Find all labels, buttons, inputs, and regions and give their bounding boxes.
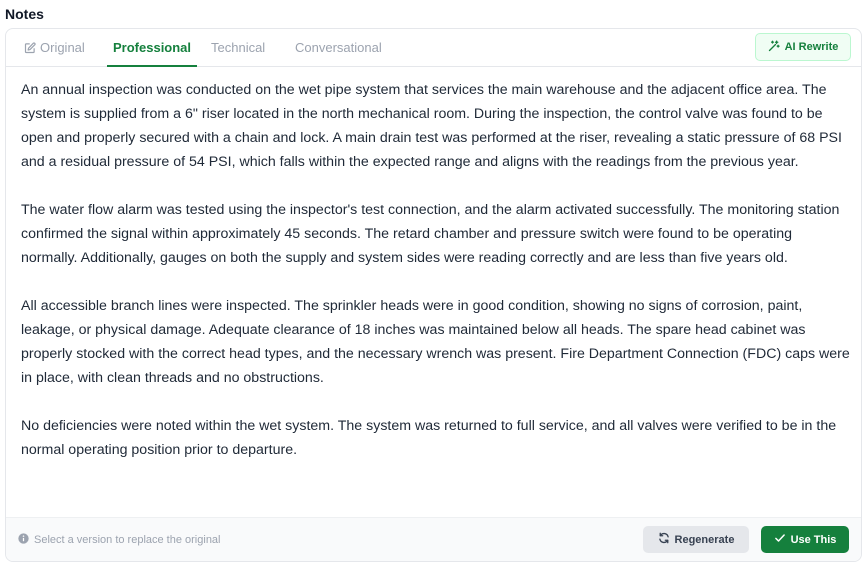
tab-professional[interactable]: Professional <box>107 29 198 67</box>
info-icon <box>18 533 29 547</box>
regenerate-label: Regenerate <box>674 533 735 546</box>
regenerate-button[interactable]: Regenerate <box>643 526 749 553</box>
tab-conversational[interactable]: Conversational <box>295 29 382 67</box>
notes-panel: Notes Original Professional Technical Co… <box>0 0 868 564</box>
footer-hint: Select a version to replace the original <box>18 533 221 547</box>
check-icon <box>774 532 786 547</box>
tab-label: Professional <box>113 40 192 55</box>
section-title: Notes <box>5 6 44 22</box>
notes-card: Original Professional Technical Conversa… <box>5 28 862 562</box>
paragraph: No deficiencies were noted within the we… <box>21 418 837 458</box>
paragraph: The water flow alarm was tested using th… <box>21 202 840 266</box>
tab-label: Original <box>40 40 85 55</box>
ai-rewrite-label: AI Rewrite <box>784 41 839 53</box>
tab-label: Conversational <box>295 40 382 55</box>
magic-wand-icon <box>768 39 780 55</box>
paragraph: An annual inspection was conducted on th… <box>21 82 842 170</box>
hint-text: Select a version to replace the original <box>34 534 221 546</box>
paragraph: All accessible branch lines were inspect… <box>21 298 850 386</box>
use-this-button[interactable]: Use This <box>761 526 849 553</box>
tab-label: Technical <box>211 40 266 55</box>
rewritten-text: An annual inspection was conducted on th… <box>21 78 851 462</box>
ai-rewrite-button[interactable]: AI Rewrite <box>755 33 851 61</box>
use-this-label: Use This <box>790 533 837 546</box>
action-footer: Select a version to replace the original… <box>6 517 861 561</box>
tab-original[interactable]: Original <box>18 29 91 67</box>
edit-icon <box>24 31 36 68</box>
tab-technical[interactable]: Technical <box>211 29 265 67</box>
version-tabs: Original Professional Technical Conversa… <box>6 29 861 67</box>
refresh-icon <box>658 532 670 547</box>
